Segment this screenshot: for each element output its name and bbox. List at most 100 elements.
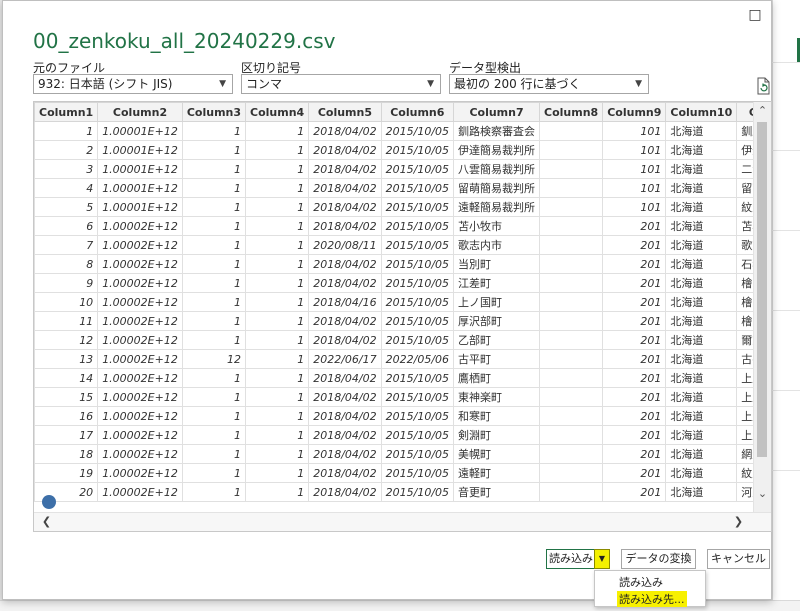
table-cell [539, 235, 604, 255]
table-cell: 1.00002E+12 [97, 425, 183, 445]
table-row: 19 1.00002E+12 1 1 2018/04/02 2015/10/05 遠軽町 20… [34, 463, 771, 483]
table-cell: 2015/10/05 [380, 235, 455, 255]
table-cell: 1 [245, 273, 310, 293]
table-cell: 北海道 [665, 444, 738, 464]
table-cell: 16 [34, 406, 99, 426]
table-cell: 1 [245, 425, 310, 445]
table-cell: 201 [602, 406, 667, 426]
chevron-up-icon[interactable]: ⌃ [754, 102, 771, 119]
table-cell: 4 [34, 178, 99, 198]
table-row: 18 1.00002E+12 1 1 2018/04/02 2015/10/05 美幌町 20… [34, 444, 771, 464]
table-cell: 1.00002E+12 [97, 406, 183, 426]
column-header[interactable]: Column1 [34, 102, 99, 122]
table-cell: 2020/08/11 [308, 235, 382, 255]
table-cell: 1.00001E+12 [97, 140, 183, 160]
load-dropdown-button[interactable]: ▼ [594, 549, 610, 569]
table-cell: 1.00001E+12 [97, 178, 183, 198]
table-cell: 剣淵町 [453, 425, 541, 445]
table-cell [539, 311, 604, 331]
table-cell: 1 [181, 368, 247, 388]
column-header[interactable]: Column5 [308, 102, 382, 122]
excel-grid-line [772, 62, 800, 63]
table-cell: 2018/04/02 [308, 140, 382, 160]
chevron-down-icon: ▼ [427, 79, 434, 89]
refresh-icon[interactable] [755, 77, 771, 95]
table-row: 5 1.00001E+12 1 1 2018/04/02 2015/10/05 遠軽簡易裁判… [34, 197, 771, 217]
table-cell: 10 [34, 292, 99, 312]
table-cell [539, 216, 604, 236]
table-cell: 1.00002E+12 [97, 349, 183, 369]
table-row: 9 1.00002E+12 1 1 2018/04/02 2015/10/05 江差町 201… [34, 273, 771, 293]
table-cell: 北海道 [665, 387, 738, 407]
transform-data-button[interactable]: データの変換 [621, 549, 696, 569]
table-cell: 2015/10/05 [380, 463, 455, 483]
table-cell: 1 [181, 254, 247, 274]
table-cell: 北海道 [665, 178, 738, 198]
column-header[interactable]: Column4 [245, 102, 310, 122]
maximize-button[interactable]: □ [745, 5, 765, 25]
table-cell: 1.00002E+12 [97, 330, 183, 350]
table-cell: 201 [602, 444, 667, 464]
table-cell: 13 [34, 349, 99, 369]
table-cell: 1.00001E+12 [97, 197, 183, 217]
table-cell: 1 [181, 273, 247, 293]
table-cell: 1 [181, 292, 247, 312]
table-cell: 1 [181, 406, 247, 426]
column-header[interactable]: Column2 [97, 102, 183, 122]
table-cell: 1 [181, 216, 247, 236]
type-detection-select[interactable]: 最初の 200 行に基づく ▼ [449, 74, 649, 94]
table-cell: 201 [602, 463, 667, 483]
table-cell: 乙部町 [453, 330, 541, 350]
table-cell: 5 [34, 197, 99, 217]
type-detection-value: 最初の 200 行に基づく [454, 77, 581, 91]
horizontal-scrollbar[interactable]: ❮ ❯ [34, 512, 771, 531]
table-cell: 2 [34, 140, 99, 160]
table-cell: 1.00002E+12 [97, 463, 183, 483]
table-cell: 歌志内市 [453, 235, 541, 255]
column-header[interactable]: Column9 [602, 102, 667, 122]
column-header[interactable]: Column7 [453, 102, 541, 122]
table-cell [539, 330, 604, 350]
file-origin-select[interactable]: 932: 日本語 (シフト JIS) ▼ [33, 74, 233, 94]
table-cell: 1.00001E+12 [97, 121, 183, 141]
column-header[interactable]: Column6 [380, 102, 455, 122]
table-cell: 12 [181, 349, 247, 369]
table-cell: 1.00002E+12 [97, 254, 183, 274]
menu-item-load[interactable]: 読み込み [619, 574, 663, 590]
table-cell: 伊達簡易裁判所 [453, 140, 541, 160]
table-row: 2 1.00001E+12 1 1 2018/04/02 2015/10/05 伊達簡易裁判… [34, 140, 771, 160]
delimiter-select[interactable]: コンマ ▼ [241, 74, 441, 94]
table-cell: 北海道 [665, 406, 738, 426]
preview-table: Column1 Column2 Column3 Column4 Column5 Colum… [34, 102, 771, 502]
table-cell: 1.00002E+12 [97, 235, 183, 255]
menu-item-load-to[interactable]: 読み込み先... [617, 591, 687, 607]
column-header[interactable]: Column10 [665, 102, 738, 122]
table-cell: 17 [34, 425, 99, 445]
table-cell: 1 [245, 406, 310, 426]
vertical-scroll-thumb[interactable] [757, 122, 767, 457]
chevron-left-icon[interactable]: ❮ [38, 513, 55, 531]
table-cell: 2015/10/05 [380, 197, 455, 217]
delimiter-value: コンマ [246, 77, 283, 91]
load-button[interactable]: 読み込み [546, 549, 596, 569]
table-cell: 2015/10/05 [380, 178, 455, 198]
table-cell: 201 [602, 349, 667, 369]
table-cell: 北海道 [665, 235, 738, 255]
excel-grid-line [772, 230, 800, 231]
table-cell: 1 [245, 444, 310, 464]
table-cell: 201 [602, 330, 667, 350]
column-header[interactable]: Column8 [539, 102, 604, 122]
chevron-right-icon[interactable]: ❯ [730, 513, 747, 531]
table-cell: 1 [245, 292, 310, 312]
cancel-button[interactable]: キャンセル [707, 549, 770, 569]
column-header[interactable]: Column3 [181, 102, 247, 122]
vertical-scrollbar[interactable]: ⌃ ⌄ [753, 102, 771, 514]
table-row: 12 1.00002E+12 1 1 2018/04/02 2015/10/05 乙部町 20… [34, 330, 771, 350]
table-cell: 上ノ国町 [453, 292, 541, 312]
table-cell: 美幌町 [453, 444, 541, 464]
table-cell: 2015/10/05 [380, 273, 455, 293]
table-cell: 古平町 [453, 349, 541, 369]
table-cell: 2015/10/05 [380, 140, 455, 160]
table-cell: 7 [34, 235, 99, 255]
table-cell: 釧路検察審査会 [453, 121, 541, 141]
